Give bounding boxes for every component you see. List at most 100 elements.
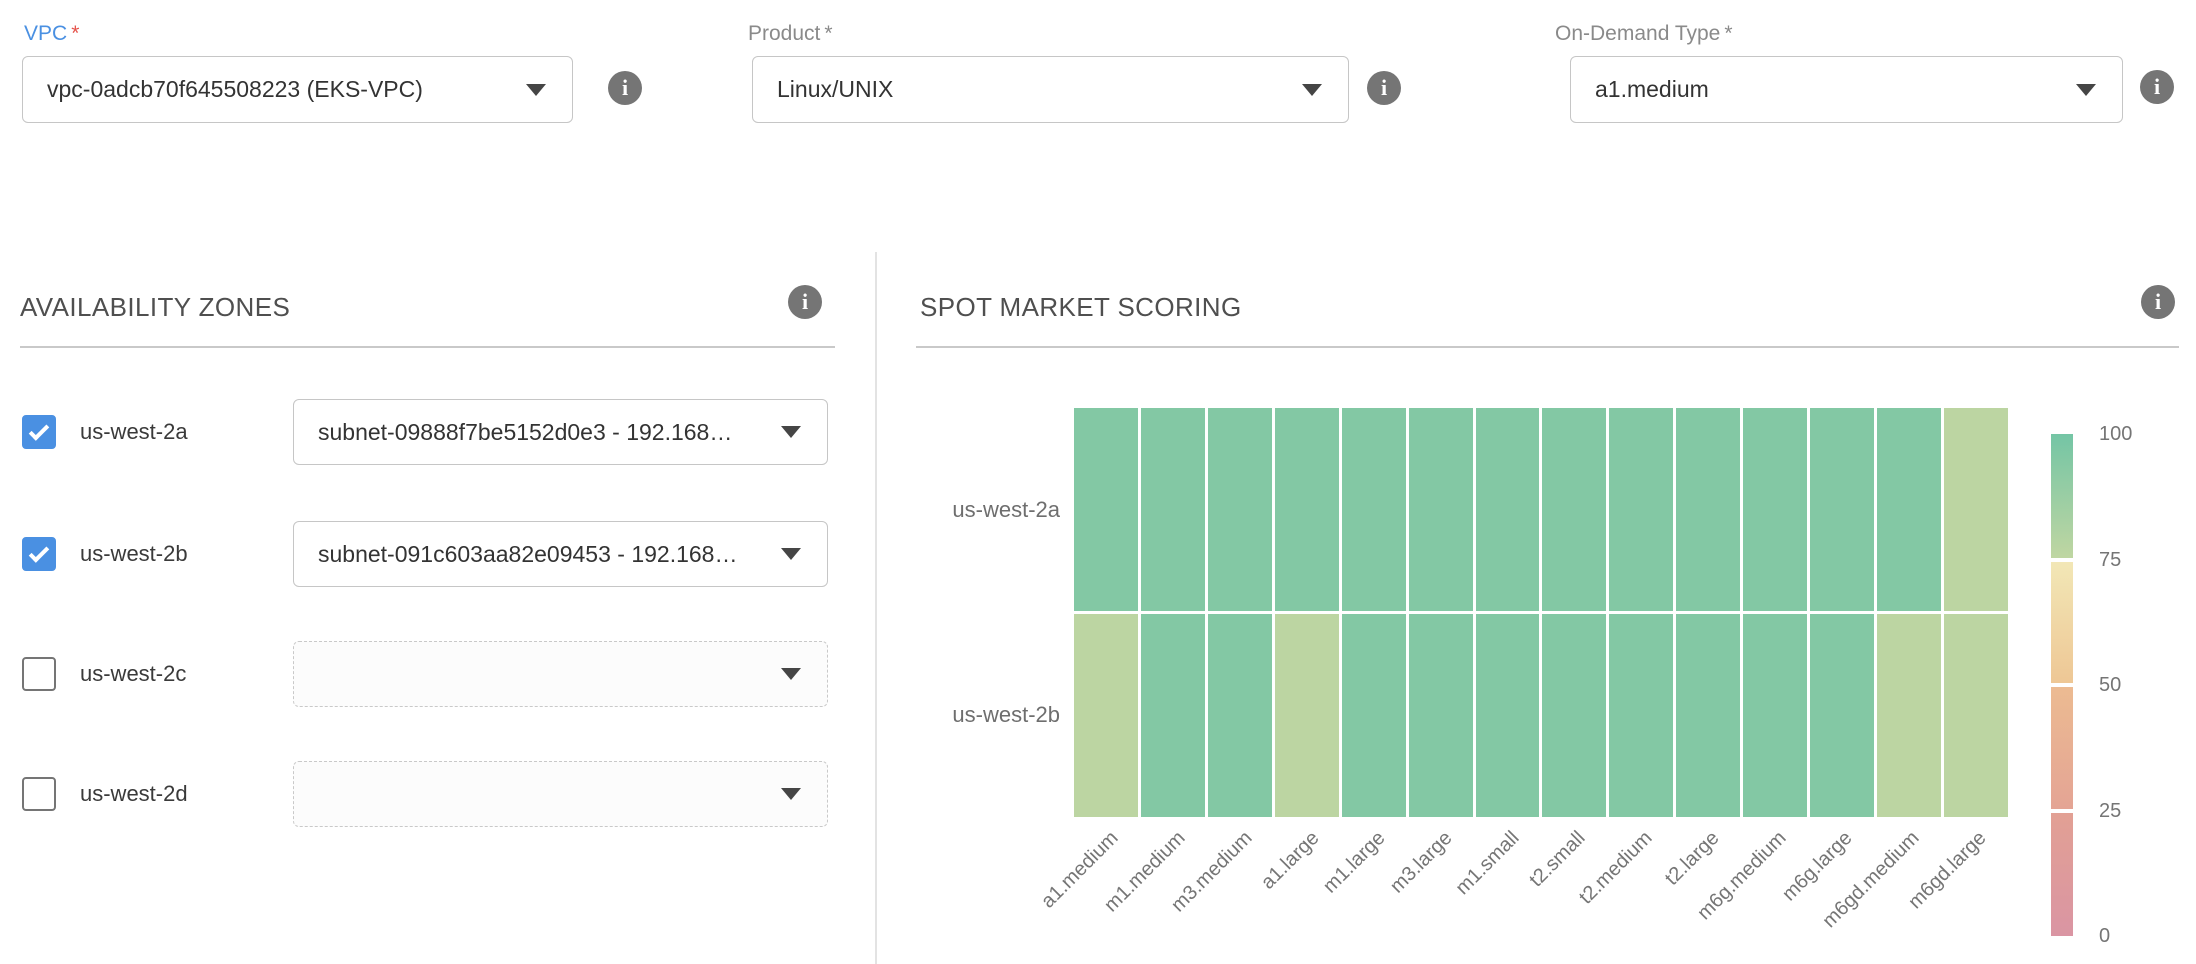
az-row-us-west-2c: us-west-2c (22, 641, 828, 707)
checkmark-icon (29, 542, 50, 563)
heatmap-cell[interactable] (1676, 614, 1740, 817)
heatmap-cell[interactable] (1409, 614, 1473, 817)
heatmap-cell[interactable] (1609, 614, 1673, 817)
on-demand-type-required-mark: * (1724, 22, 1732, 45)
availability-zones-title: AVAILABILITY ZONES (20, 292, 290, 323)
on-demand-type-select-value: a1.medium (1595, 76, 1709, 103)
colorbar-tick: 0 (2099, 923, 2110, 949)
vpc-select[interactable]: vpc-0adcb70f645508223 (EKS-VPC) (22, 56, 573, 123)
colorbar-segment (2051, 687, 2073, 809)
chevron-down-icon (526, 84, 546, 96)
colorbar-tick: 50 (2099, 672, 2121, 698)
heatmap-x-label: m6g.medium (1668, 827, 1790, 949)
heatmap-cell[interactable] (1409, 408, 1473, 611)
heatmap-cell[interactable] (1944, 614, 2008, 817)
heatmap-cell[interactable] (1542, 408, 1606, 611)
heatmap-x-label: t2.large (1602, 827, 1724, 949)
colorbar-tick: 75 (2099, 547, 2121, 573)
on-demand-type-label-text: On-Demand Type (1555, 22, 1720, 45)
heatmap-cell[interactable] (1074, 408, 1138, 611)
product-label-text: Product (748, 22, 820, 45)
heatmap-cell[interactable] (1275, 408, 1339, 611)
heatmap-cell[interactable] (1141, 408, 1205, 611)
checkmark-icon (29, 420, 50, 441)
heatmap-cell[interactable] (1542, 614, 1606, 817)
chevron-down-icon (1302, 84, 1322, 96)
chevron-down-icon (2076, 84, 2096, 96)
heatmap-cell[interactable] (1810, 408, 1874, 611)
heatmap-cell[interactable] (1342, 408, 1406, 611)
az-row-us-west-2b: us-west-2b subnet-091c603aa82e09453 - 19… (22, 521, 828, 587)
subnet-select-us-west-2b[interactable]: subnet-091c603aa82e09453 - 192.168… (293, 521, 828, 587)
heatmap-cell[interactable] (1743, 614, 1807, 817)
checkbox-us-west-2c[interactable] (22, 657, 56, 691)
heatmap-x-label: a1.medium (1001, 827, 1123, 949)
colorbar-segment (2051, 434, 2073, 558)
heatmap-row-label: us-west-2b (890, 702, 1060, 728)
heatmap-cell[interactable] (1944, 408, 2008, 611)
heatmap-cell[interactable] (1342, 614, 1406, 817)
az-label: us-west-2b (80, 541, 188, 567)
az-label: us-west-2d (80, 781, 188, 807)
heatmap-cell[interactable] (1208, 408, 1272, 611)
chevron-down-icon (781, 788, 801, 800)
info-icon[interactable]: i (608, 71, 642, 105)
heatmap-x-label: m1.large (1268, 827, 1390, 949)
info-icon[interactable]: i (1367, 71, 1401, 105)
info-icon[interactable]: i (788, 285, 822, 319)
info-icon[interactable]: i (2141, 285, 2175, 319)
vertical-divider (875, 252, 877, 964)
heatmap-x-label: m1.small (1402, 827, 1524, 949)
az-label: us-west-2c (80, 661, 186, 687)
heatmap-x-label: m1.medium (1068, 827, 1190, 949)
az-label: us-west-2a (80, 419, 188, 445)
heatmap-cell[interactable] (1476, 614, 1540, 817)
chevron-down-icon (781, 426, 801, 438)
colorbar-tick: 25 (2099, 798, 2121, 824)
product-label: Product* (748, 22, 833, 46)
product-select[interactable]: Linux/UNIX (752, 56, 1349, 123)
heatmap-x-label: t2.medium (1535, 827, 1657, 949)
heatmap-cell[interactable] (1743, 408, 1807, 611)
vpc-required-mark: * (71, 22, 79, 45)
heatmap-x-label: m3.large (1335, 827, 1457, 949)
heatmap-cell[interactable] (1810, 614, 1874, 817)
heatmap-cell[interactable] (1877, 614, 1941, 817)
spot-market-scoring-title: SPOT MARKET SCORING (920, 292, 1242, 323)
heatmap-cell[interactable] (1877, 408, 1941, 611)
info-icon[interactable]: i (2140, 70, 2174, 104)
checkbox-us-west-2d[interactable] (22, 777, 56, 811)
heatmap-cell[interactable] (1476, 408, 1540, 611)
vpc-select-value: vpc-0adcb70f645508223 (EKS-VPC) (47, 76, 423, 103)
vpc-label-text: VPC (24, 22, 67, 45)
heatmap-x-label: a1.large (1201, 827, 1323, 949)
on-demand-type-select[interactable]: a1.medium (1570, 56, 2123, 123)
heatmap-cell[interactable] (1609, 408, 1673, 611)
subnet-select-value: subnet-091c603aa82e09453 - 192.168… (318, 541, 737, 568)
heatmap-cell[interactable] (1141, 614, 1205, 817)
subnet-select-us-west-2a[interactable]: subnet-09888f7be5152d0e3 - 192.168… (293, 399, 828, 465)
heatmap-cell[interactable] (1275, 614, 1339, 817)
colorbar-segment (2051, 562, 2073, 684)
heatmap-x-label: m3.medium (1135, 827, 1257, 949)
heatmap (1074, 408, 2008, 817)
product-select-value: Linux/UNIX (777, 76, 893, 103)
heatmap-x-label: t2.small (1468, 827, 1590, 949)
heatmap-x-label: m6gd.medium (1802, 827, 1924, 949)
heatmap-cell[interactable] (1676, 408, 1740, 611)
colorbar-segment (2051, 813, 2073, 937)
chevron-down-icon (781, 548, 801, 560)
section-divider (20, 346, 835, 348)
heatmap-cell[interactable] (1074, 614, 1138, 817)
subnet-select-value: subnet-09888f7be5152d0e3 - 192.168… (318, 419, 732, 446)
subnet-select-us-west-2c[interactable] (293, 641, 828, 707)
checkbox-us-west-2a[interactable] (22, 415, 56, 449)
checkbox-us-west-2b[interactable] (22, 537, 56, 571)
colorbar-tick: 100 (2099, 421, 2132, 447)
colorbar (2051, 434, 2073, 936)
az-row-us-west-2d: us-west-2d (22, 761, 828, 827)
chevron-down-icon (781, 668, 801, 680)
heatmap-cell[interactable] (1208, 614, 1272, 817)
subnet-select-us-west-2d[interactable] (293, 761, 828, 827)
heatmap-x-label: m6g.large (1735, 827, 1857, 949)
